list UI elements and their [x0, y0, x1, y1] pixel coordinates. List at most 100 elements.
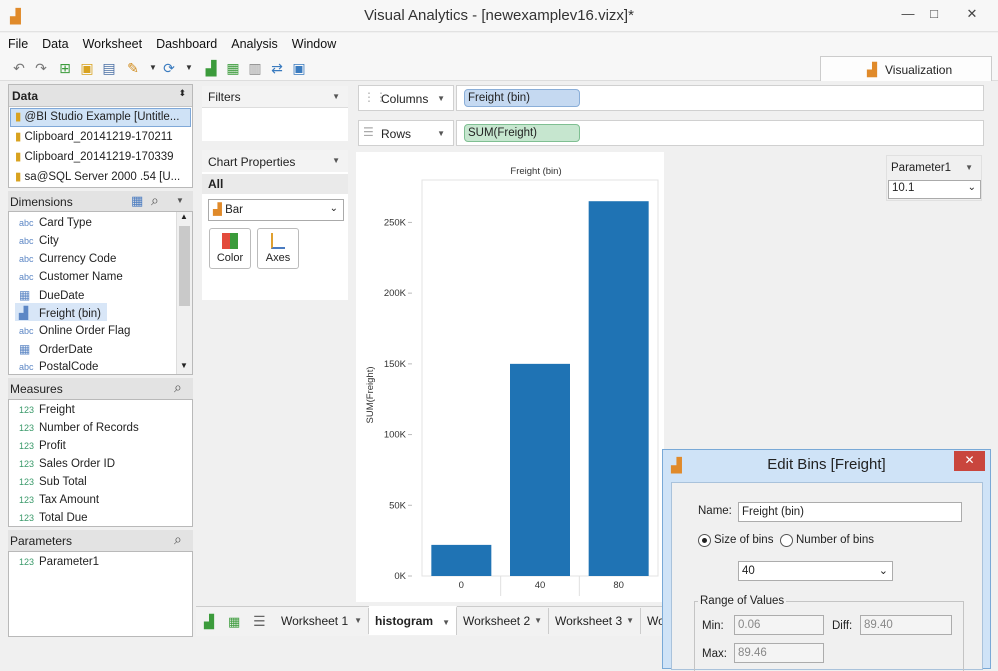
redo-icon[interactable]: ↷ [32, 59, 50, 77]
dropdown-arrow-icon[interactable]: ▼ [180, 59, 198, 77]
rows-shelf[interactable]: SUM(Freight) [456, 120, 984, 146]
list-item[interactable]: 123 Tax Amount [19, 491, 99, 509]
calendar-icon: ▦ [19, 342, 31, 356]
save-icon[interactable]: ▤ [100, 59, 118, 77]
list-item[interactable]: 123 Parameter1 [19, 553, 99, 571]
menu-window[interactable]: Window [284, 33, 342, 51]
new-worksheet-icon[interactable]: ▟ [204, 614, 214, 630]
list-item[interactable]: abc Currency Code [19, 250, 116, 268]
size-of-bins-radio[interactable] [698, 534, 711, 547]
filters-panel: Filters ▼ [202, 86, 348, 141]
menu-data[interactable]: Data [34, 33, 74, 51]
data-source-item[interactable]: ▮ sa@SQL Server 2000 .54 [U... [15, 168, 180, 186]
search-icon[interactable]: ⌕ [174, 531, 182, 548]
list-item[interactable]: 123 Sales Order ID [19, 455, 115, 473]
bar-0[interactable] [431, 544, 492, 576]
parameter-select[interactable]: 10.1 ⌄ [888, 180, 981, 199]
columns-pill[interactable]: Freight (bin) [464, 89, 580, 107]
open-icon[interactable]: ▣ [78, 59, 96, 77]
chevron-down-icon[interactable]: ▼ [176, 196, 184, 205]
rows-pill[interactable]: SUM(Freight) [464, 124, 580, 142]
data-panel: Data ⬍ ▮ @BI Studio Example [Untitle... … [8, 84, 193, 188]
menu-analysis[interactable]: Analysis [223, 33, 284, 51]
list-item[interactable]: abc PostalCode [19, 358, 98, 376]
chevron-down-icon[interactable]: ▼ [437, 129, 445, 138]
edit-bins-dialog: ▟ Edit Bins [Freight] ✕ Name: Freight (b… [662, 449, 991, 671]
columns-shelf[interactable]: Freight (bin) [456, 85, 984, 111]
color-icon [222, 233, 238, 249]
maximize-icon[interactable]: □ [921, 4, 947, 24]
y-tick-label: 250K [384, 217, 407, 228]
tab-visualization[interactable]: ▟ Visualization [820, 56, 992, 81]
min-input: 0.06 [734, 615, 824, 635]
axes-button[interactable]: Axes [257, 228, 299, 269]
chevron-down-icon: ⌄ [967, 182, 976, 193]
menu-worksheet[interactable]: Worksheet [75, 33, 149, 51]
scrollbar[interactable]: ▲ ▼ [176, 212, 192, 374]
list-item[interactable]: ▦ DueDate [19, 286, 84, 304]
refresh-icon[interactable]: ⟳ [160, 59, 178, 77]
color-button[interactable]: Color [209, 228, 251, 269]
name-input[interactable]: Freight (bin) [738, 502, 962, 522]
menu-dashboard[interactable]: Dashboard [148, 33, 223, 51]
table-icon[interactable]: ▦ [131, 193, 143, 209]
tab-worksheet-3[interactable]: Worksheet 3 ▼ [549, 608, 641, 634]
measures-header: Measures ⌕ [8, 378, 193, 399]
dimensions-header: Dimensions ▦ ⌕ ▼ [8, 191, 193, 211]
new-icon[interactable]: ⊞ [56, 59, 74, 77]
chevron-down-icon[interactable]: ▼ [332, 92, 340, 101]
mark-type-select[interactable]: ▟ Bar ⌄ [208, 199, 344, 221]
menu-file[interactable]: File [0, 33, 34, 51]
undo-icon[interactable]: ↶ [10, 59, 28, 77]
minimize-icon[interactable]: — [895, 4, 921, 24]
tab-worksheet-1[interactable]: Worksheet 1 ▼ [275, 608, 369, 634]
size-of-bins-label[interactable]: Size of bins [714, 534, 773, 546]
sheet-list-icon[interactable]: ☰ [253, 613, 266, 630]
new-dashboard-icon[interactable]: ▦ [224, 59, 242, 77]
list-item[interactable]: abc City [19, 232, 59, 250]
present-icon[interactable]: ▣ [290, 59, 308, 77]
scope-all[interactable]: All [208, 177, 223, 191]
data-source-item[interactable]: ▮ Clipboard_20141219-170339 [15, 148, 174, 166]
list-item[interactable]: 123 Number of Records [19, 419, 139, 437]
close-button[interactable]: ✕ [954, 451, 985, 471]
window-title: Visual Analytics - [newexamplev16.vizx]* [364, 7, 634, 24]
connect-icon[interactable]: ✎ [124, 59, 142, 77]
search-icon[interactable]: ⌕ [174, 379, 182, 396]
list-item[interactable]: 123 Sub Total [19, 473, 87, 491]
y-tick-label: 150K [384, 359, 407, 370]
bar-40[interactable] [510, 363, 570, 576]
chevron-down-icon[interactable]: ▼ [437, 94, 445, 103]
list-item[interactable]: ▟ Freight (bin) [19, 304, 101, 322]
parameters-list: 123 Parameter1 [8, 551, 193, 637]
data-source-item[interactable]: ▮ Clipboard_20141219-170211 [15, 128, 173, 146]
tab-histogram[interactable]: histogram ▼ [369, 606, 457, 635]
chevron-down-icon[interactable]: ▼ [332, 156, 340, 165]
swap-icon[interactable]: ⇄ [268, 59, 286, 77]
list-item[interactable]: abc Online Order Flag [19, 322, 130, 340]
chart-icon[interactable]: ▥ [246, 59, 264, 77]
x-tick-label: 80 [613, 580, 624, 591]
data-source-item[interactable]: ▮ @BI Studio Example [Untitle... [15, 108, 179, 126]
list-item[interactable]: 123 Freight [19, 401, 75, 419]
sort-icon[interactable]: ⬍ [178, 88, 186, 99]
number-of-bins-label[interactable]: Number of bins [796, 534, 874, 546]
search-icon[interactable]: ⌕ [151, 192, 159, 209]
chevron-down-icon: ▼ [626, 616, 634, 625]
list-item[interactable]: abc Card Type [19, 214, 92, 232]
chevron-down-icon[interactable]: ▼ [965, 163, 973, 172]
number-of-bins-radio[interactable] [780, 534, 793, 547]
new-dashboard-icon[interactable]: ▦ [228, 614, 240, 630]
new-worksheet-icon[interactable]: ▟ [202, 59, 220, 77]
tab-worksheet-2[interactable]: Worksheet 2 ▼ [457, 608, 549, 634]
dimensions-title: Dimensions [10, 195, 73, 209]
bar-80[interactable] [588, 201, 649, 576]
calendar-icon: ▦ [19, 288, 31, 302]
list-item[interactable]: ▦ OrderDate [19, 340, 93, 358]
list-item[interactable]: 123 Total Due [19, 509, 88, 527]
data-panel-title: Data [12, 89, 39, 103]
bin-size-select[interactable]: 40 ⌄ [738, 561, 893, 581]
list-item[interactable]: 123 Profit [19, 437, 66, 455]
close-icon[interactable]: ✕ [950, 4, 994, 24]
list-item[interactable]: abc Customer Name [19, 268, 123, 286]
